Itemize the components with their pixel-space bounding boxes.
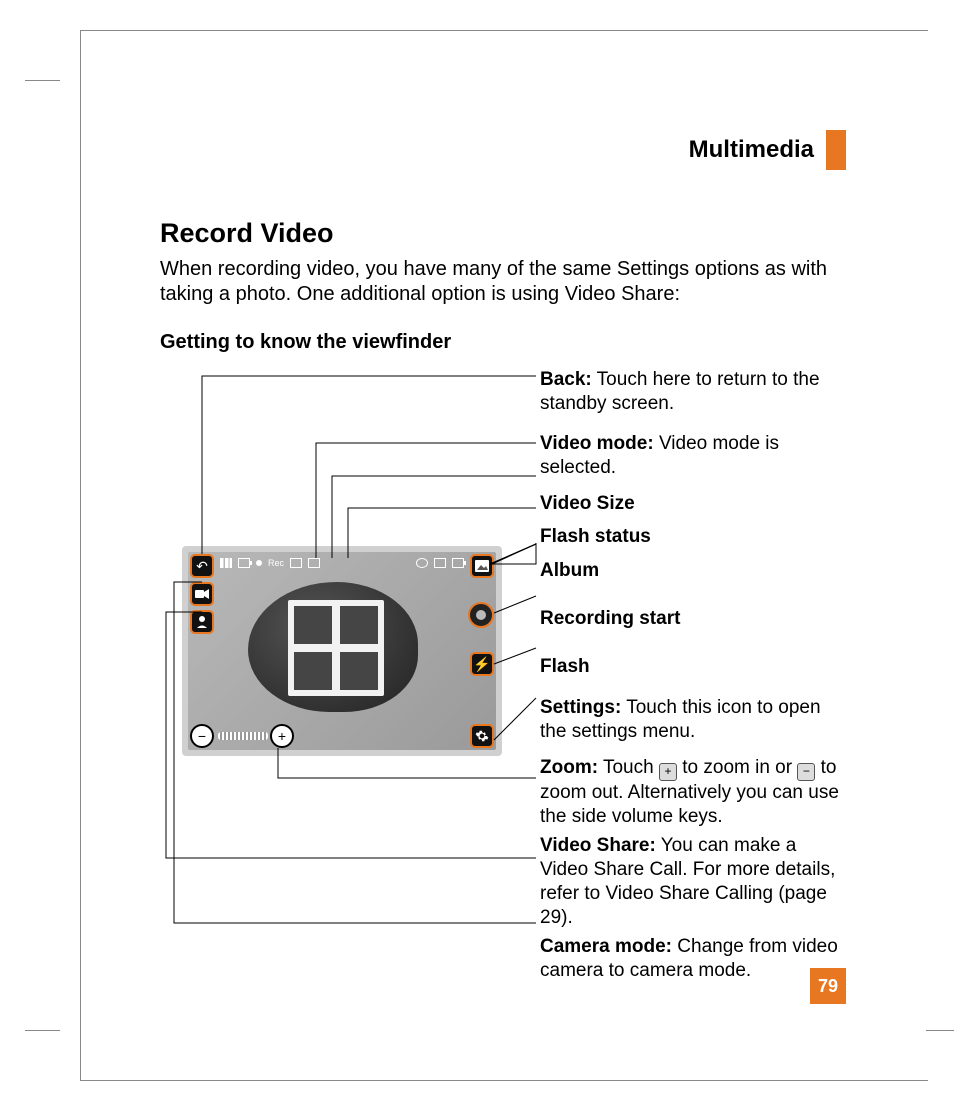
callout-video-size: Video Size [540,492,840,516]
callout-video-mode: Video mode: Video mode is selected. [540,432,840,480]
callout-label: Zoom: [540,757,598,778]
crop-mark [25,1030,60,1031]
crop-mark [25,80,60,81]
zoom-out-icon: − [797,763,815,781]
callout-label: Settings: [540,697,621,718]
viewfinder-diagram: Rec ↶ ⚡ [160,368,850,988]
section-tab [826,130,846,170]
page-number: 79 [810,968,846,1004]
callout-label: Flash status [540,526,651,547]
callout-label: Video mode: [540,433,654,454]
zoom-in-icon: + [659,763,677,781]
callout-label: Camera mode: [540,936,672,957]
callout-label: Album [540,560,599,581]
callout-label: Flash [540,656,590,677]
callout-flash: Flash [540,655,840,679]
callout-column: Back: Touch here to return to the standb… [540,368,840,989]
callout-label: Recording start [540,608,680,629]
callout-label: Video Size [540,493,635,514]
subheading: Getting to know the viewfinder [160,331,850,354]
page-content: Record Video When recording video, you h… [160,218,850,988]
crop-mark [926,1030,954,1031]
callout-zoom: Zoom: Touch + to zoom in or − to zoom ou… [540,756,840,828]
crop-mark [80,30,81,1080]
callout-camera-mode: Camera mode: Change from video camera to… [540,935,840,983]
callout-back: Back: Touch here to return to the standb… [540,368,840,420]
crop-mark [80,30,928,31]
callout-video-share: Video Share: You can make a Video Share … [540,834,840,929]
leader-lines [160,368,560,988]
callout-recording-start: Recording start [540,607,840,631]
callout-label: Video Share: [540,835,656,856]
section-header: Multimedia [689,130,846,170]
intro-text: When recording video, you have many of t… [160,257,850,307]
callout-album: Album [540,559,840,583]
callout-settings: Settings: Touch this icon to open the se… [540,696,840,744]
callout-flash-status: Flash status [540,525,840,549]
crop-mark [80,1080,928,1081]
callout-label: Back: [540,369,592,390]
section-title: Multimedia [689,136,814,164]
page-title: Record Video [160,218,850,249]
